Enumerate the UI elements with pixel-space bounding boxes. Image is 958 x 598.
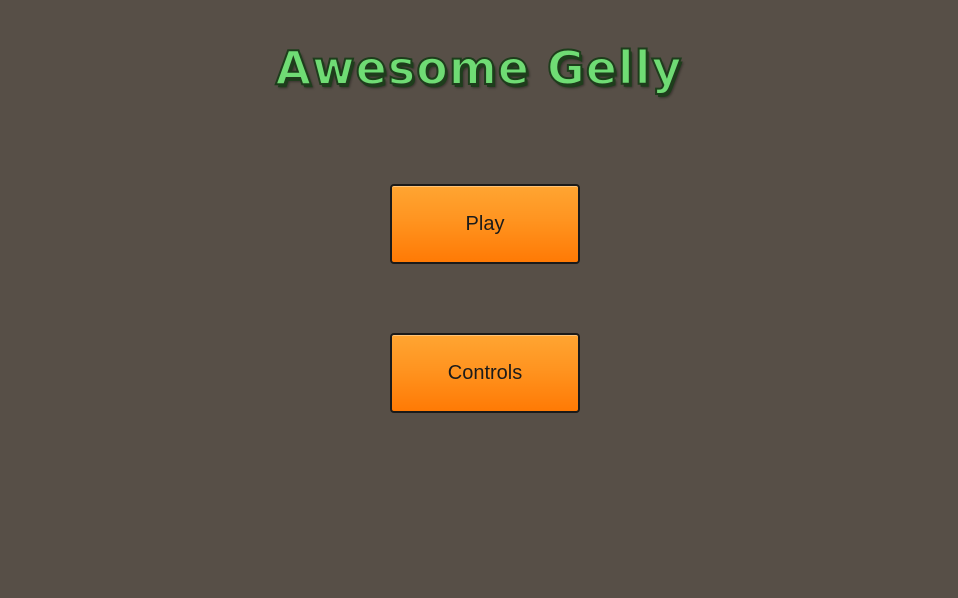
main-menu-screen: Awesome Gelly Play Controls (0, 0, 958, 598)
game-title: Awesome Gelly (275, 40, 683, 96)
play-button-label: Play (465, 212, 505, 235)
controls-button[interactable]: Controls (390, 333, 580, 413)
play-button[interactable]: Play (390, 184, 580, 264)
controls-button-label: Controls (447, 361, 523, 384)
